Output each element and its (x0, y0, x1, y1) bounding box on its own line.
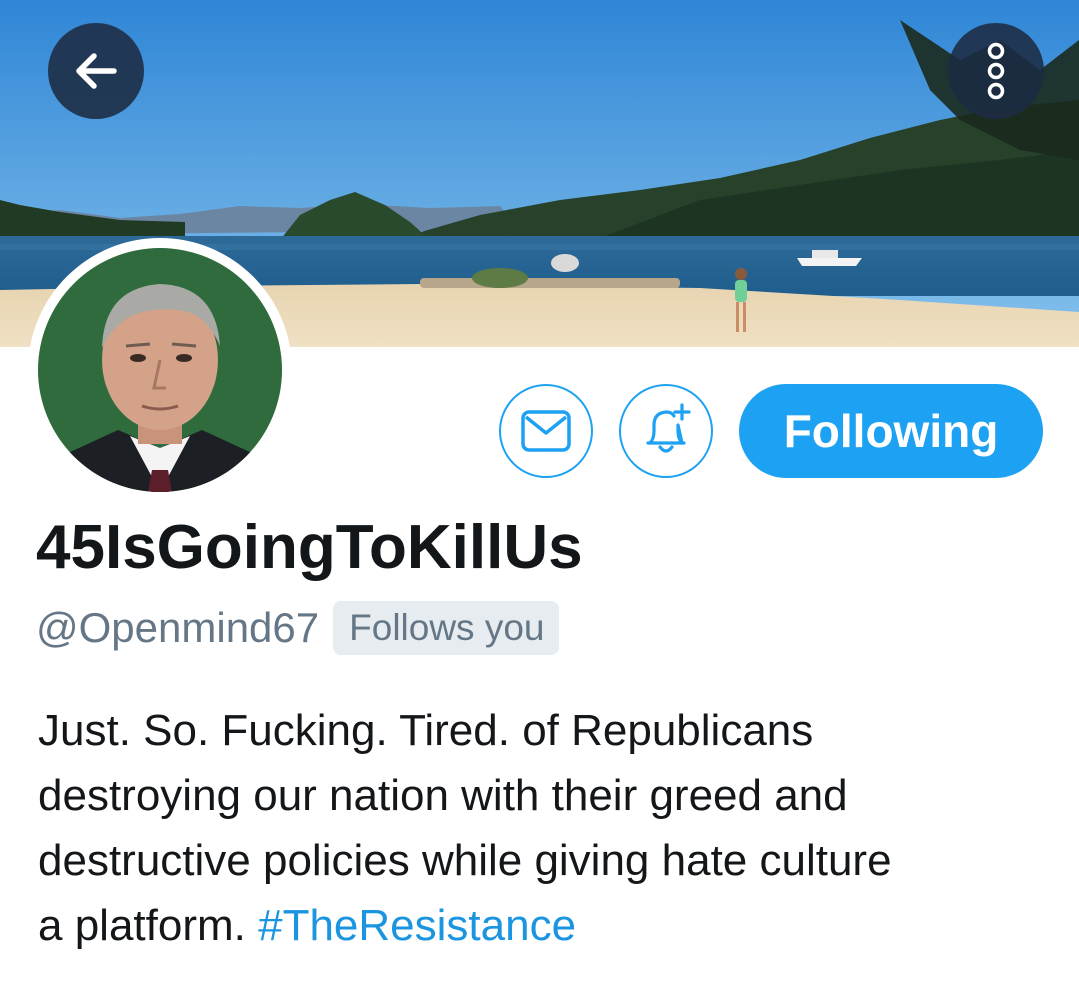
hashtag-link[interactable]: #TheResistance (258, 901, 576, 950)
notifications-button[interactable] (619, 384, 713, 478)
profile-avatar[interactable] (28, 238, 292, 502)
message-button[interactable] (499, 384, 593, 478)
profile-bio: Just. So. Fucking. Tired. of Republicans… (38, 698, 1058, 958)
display-name: 45IsGoingToKillUs (36, 513, 583, 582)
bell-plus-icon (646, 403, 691, 453)
envelope-icon (521, 410, 571, 452)
bio-line: destructive policies while giving hate c… (38, 836, 892, 885)
handle-row: @Openmind67 Follows you (36, 599, 559, 657)
avatar-photo (38, 248, 282, 492)
back-arrow-icon (76, 53, 117, 89)
follows-you-badge: Follows you (333, 601, 559, 655)
following-button-label: Following (783, 405, 999, 457)
bio-line-last: a platform. #TheResistance (38, 893, 1058, 958)
following-button[interactable]: Following (739, 384, 1043, 478)
bio-line: destroying our nation with their greed a… (38, 771, 848, 820)
back-button[interactable] (48, 23, 144, 119)
user-handle: @Openmind67 (36, 604, 320, 651)
more-options-button[interactable] (948, 23, 1044, 119)
bio-text: a platform. (38, 901, 259, 950)
bio-line: Just. So. Fucking. Tired. of Republicans (38, 706, 814, 755)
profile-page: Following 45IsGoingToKillUs @Openmind67 … (0, 0, 1079, 990)
more-vertical-icon (987, 42, 1005, 100)
